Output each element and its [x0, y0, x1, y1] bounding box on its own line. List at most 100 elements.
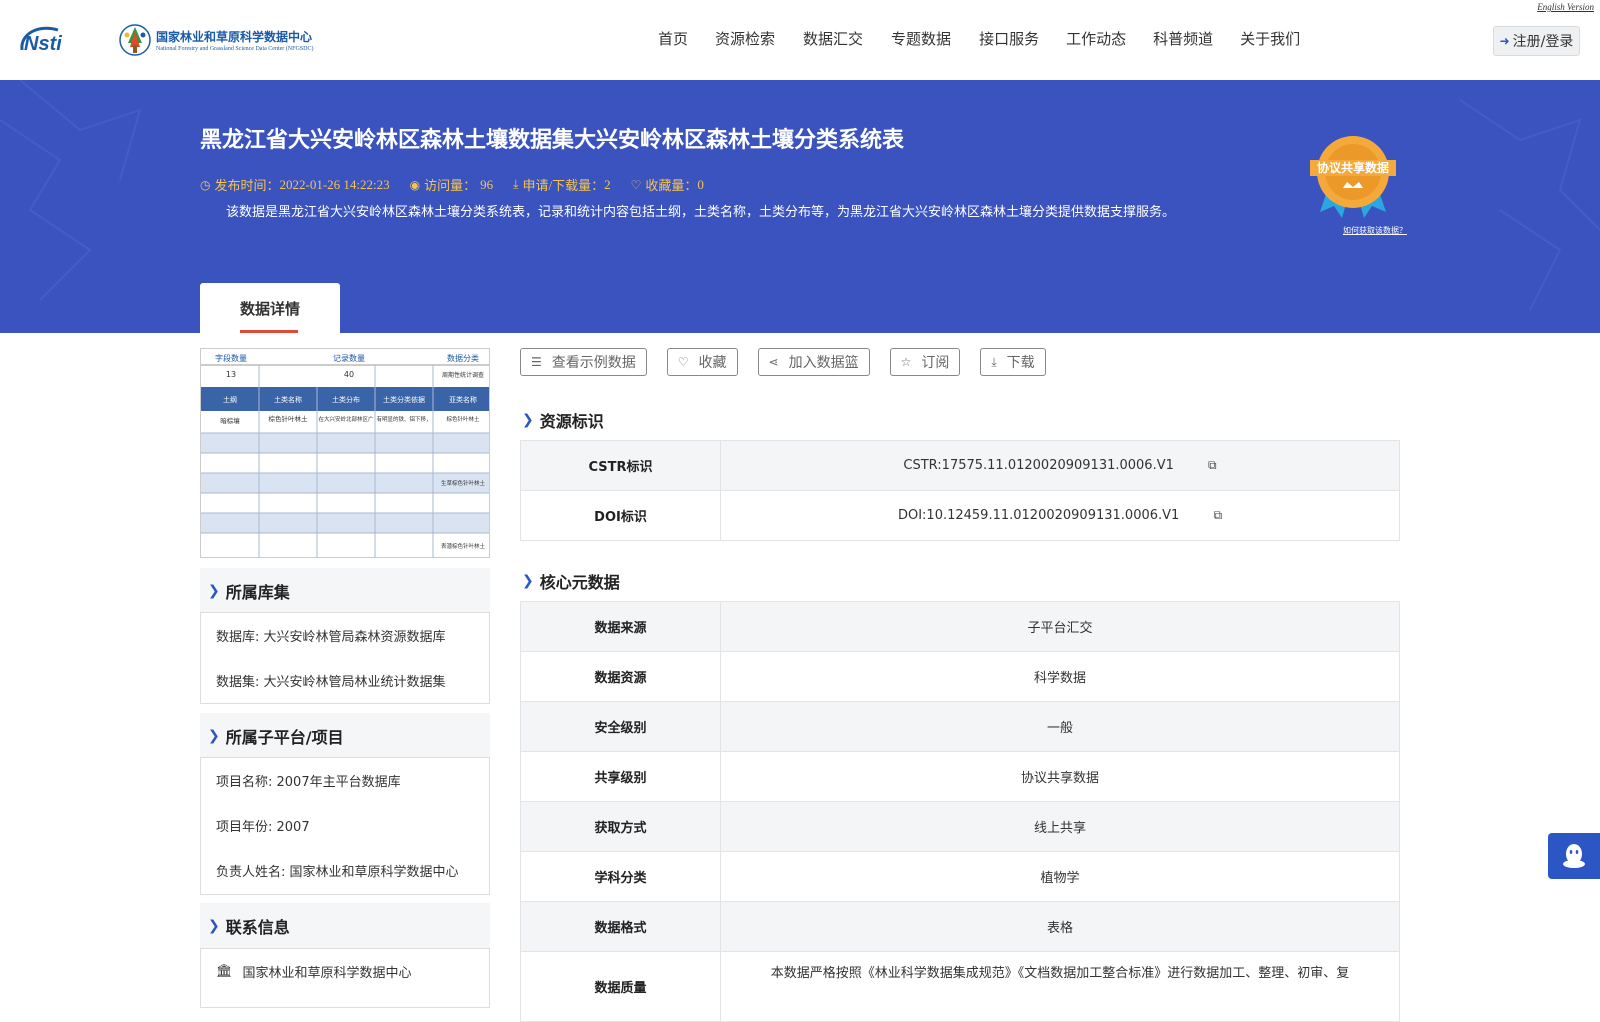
badge-text: 协议共享数据	[1317, 160, 1389, 175]
project-section-header: ❯ 所属子平台/项目	[200, 713, 490, 759]
chevron-right-icon: ❯	[208, 918, 220, 934]
sign-in-icon: ➜	[1499, 34, 1510, 48]
dataset-banner: 黑龙江省大兴安岭林区森林土壤数据集大兴安岭林区森林土壤分类系统表 ◷ 发布时间：…	[0, 80, 1600, 333]
doi-label: DOI标识	[520, 490, 721, 541]
thumb-r3c5: 表潜棕色针叶林土	[441, 542, 486, 550]
favorites-count: 0	[697, 176, 704, 192]
library-title: 所属库集	[225, 583, 290, 602]
download-button[interactable]: ⤓ 下载	[980, 348, 1046, 376]
resource-id-header: ❯ 资源标识	[522, 412, 604, 431]
thumb-r1c5: 棕色针叶林土	[446, 415, 480, 423]
thumb-col5: 亚类名称	[449, 395, 477, 404]
publish-label: 发布时间：	[214, 178, 280, 193]
table-row: CSTR标识 CSTR:17575.11.0120020909131.0006.…	[520, 440, 1400, 491]
cstr-value: CSTR:17575.11.0120020909131.0006.V1	[903, 458, 1174, 473]
chevron-right-icon: ❯	[208, 583, 220, 599]
nfgsdc-logo[interactable]: 国家林业和草原科学数据中心 National Forestry and Gras…	[118, 20, 338, 60]
views-count: 96	[480, 176, 494, 192]
clock-icon: ◷	[200, 177, 211, 192]
download-icon: ⤓	[513, 177, 519, 191]
view-sample-data-button[interactable]: ☰ 查看示例数据	[520, 348, 647, 376]
library-section-header: ❯ 所属库集	[200, 568, 490, 614]
contact-section-header: ❯ 联系信息	[200, 903, 490, 949]
login-register-button[interactable]: ➜ 注册/登录	[1493, 26, 1580, 56]
table-row: 共享级别 协议共享数据	[520, 751, 1400, 802]
how-to-get-data-link[interactable]: 如何获取该数据？	[1343, 225, 1407, 236]
add-to-basket-button[interactable]: ⋖ 加入数据篮	[757, 348, 870, 376]
doi-value-cell: DOI:10.12459.11.0120020909131.0006.V1 ⧉	[720, 490, 1400, 541]
sample-table-image: 字段数量 记录数量 数据分类 13 40 周期性统计调查 土纲 土类名称 土类分…	[201, 353, 489, 557]
main-nav: 首页 资源检索 数据汇交 专题数据 接口服务 工作动态 科普频道 关于我们	[658, 28, 1300, 49]
downloads-label: 申请/下载量：	[522, 178, 605, 193]
core-metadata-header: ❯ 核心元数据	[522, 573, 620, 592]
sample-data-thumbnail[interactable]: 字段数量 记录数量 数据分类 13 40 周期性统计调查 土纲 土类名称 土类分…	[200, 348, 490, 558]
library-database[interactable]: 数据库: 大兴安岭林管局森林资源数据库	[216, 613, 474, 658]
table-row: 学科分类 植物学	[520, 851, 1400, 902]
english-version-link[interactable]: English Version	[1537, 2, 1594, 12]
copy-icon[interactable]: ⧉	[1213, 508, 1222, 522]
table-row: DOI标识 DOI:10.12459.11.0120020909131.0006…	[520, 490, 1400, 541]
share-icon: ⋖	[768, 355, 779, 369]
favorite-button[interactable]: ♡ 收藏	[666, 348, 738, 376]
chevron-right-icon: ❯	[522, 412, 534, 428]
chevron-right-icon: ❯	[208, 728, 220, 744]
views-label: 访问量：	[424, 178, 477, 193]
table-row: 数据质量 本数据严格按照《林业科学数据集成规范》《文档数据加工整合标准》进行数据加…	[520, 951, 1400, 1022]
thumb-col3: 土类分布	[332, 395, 360, 404]
contact-title: 联系信息	[225, 918, 290, 937]
project-box: 项目名称: 2007年主平台数据库 项目年份: 2007 负责人姓名: 国家林业…	[200, 757, 490, 895]
action-toolbar: ☰ 查看示例数据 ♡ 收藏 ⋖ 加入数据篮 ☆ 订阅 ⤓ 下载	[520, 348, 1066, 376]
table-row: 数据来源 子平台汇交	[520, 601, 1400, 652]
thumb-col4: 土类分类依据	[383, 395, 425, 404]
thumb-col2: 土类名称	[274, 395, 302, 404]
nsti-logo[interactable]: Nsti	[18, 20, 98, 58]
login-label: 注册/登录	[1512, 34, 1574, 50]
project-title: 所属子平台/项目	[225, 728, 344, 747]
thumb-r1c1: 暗棕壤	[220, 416, 240, 425]
copy-icon[interactable]: ⧉	[1208, 458, 1217, 472]
contact-org: 🏛 国家林业和草原科学数据中心	[216, 964, 412, 981]
core-metadata-table: 数据来源 子平台汇交 数据资源 科学数据 安全级别 一般 共享级别 协议共享数据 获取方…	[520, 601, 1400, 1022]
doi-value: DOI:10.12459.11.0120020909131.0006.V1	[897, 508, 1180, 523]
nav-topic-data[interactable]: 专题数据	[891, 28, 951, 49]
dataset-meta: ◷ 发布时间： 2022-01-26 14:22:23 ◉ 访问量： 96 ⤓ …	[200, 175, 724, 194]
nfgsdc-emblem-icon	[119, 24, 151, 56]
publish-time: 2022-01-26 14:22:23	[279, 176, 390, 192]
heart-icon: ♡	[677, 355, 689, 369]
downloads-count: 2	[604, 176, 611, 192]
nav-data-submission[interactable]: 数据汇交	[803, 28, 863, 49]
nav-api-service[interactable]: 接口服务	[979, 28, 1039, 49]
library-box: 数据库: 大兴安岭林管局森林资源数据库 数据集: 大兴安岭林管局林业统计数据集	[200, 612, 490, 704]
table-row: 数据资源 科学数据	[520, 651, 1400, 702]
tab-data-details[interactable]: 数据详情	[200, 283, 340, 333]
qq-contact-button[interactable]	[1548, 833, 1600, 879]
table-row: 数据格式 表格	[520, 901, 1400, 952]
database-icon: ☰	[531, 355, 542, 369]
dataset-title: 黑龙江省大兴安岭林区森林土壤数据集大兴安岭林区森林土壤分类系统表	[200, 128, 905, 153]
tab-label: 数据详情	[239, 299, 300, 318]
thumb-r1c3: 在大兴安岭北部林区广	[318, 415, 374, 423]
thumb-r1c2: 棕色针叶林土	[269, 414, 309, 423]
cstr-label: CSTR标识	[520, 440, 721, 491]
dataset-description: 该数据是黑龙江省大兴安岭林区森林土壤分类系统表，记录和统计内容包括土纲，土类名称…	[226, 205, 1176, 220]
nav-about-us[interactable]: 关于我们	[1240, 28, 1300, 49]
tab-active-indicator	[240, 330, 298, 333]
penguin-icon	[1563, 844, 1585, 868]
library-dataset[interactable]: 数据集: 大兴安岭林管局林业统计数据集	[216, 658, 474, 703]
thumb-r1c4: 有明显的铁、铝下移，	[376, 415, 431, 423]
project-year: 项目年份: 2007	[216, 820, 310, 835]
cstr-value-cell: CSTR:17575.11.0120020909131.0006.V1 ⧉	[720, 440, 1400, 491]
heart-icon: ♡	[630, 177, 642, 192]
nav-resource-search[interactable]: 资源检索	[715, 28, 775, 49]
nav-science-channel[interactable]: 科普频道	[1153, 28, 1213, 49]
agreement-share-badge-icon: 协议共享数据	[1310, 136, 1396, 218]
thumb-v2: 40	[344, 370, 354, 379]
resource-id-table: CSTR标识 CSTR:17575.11.0120020909131.0006.…	[520, 440, 1400, 541]
nav-work-news[interactable]: 工作动态	[1066, 28, 1126, 49]
institution-icon: 🏛	[216, 964, 233, 979]
project-owner: 负责人姓名: 国家林业和草原科学数据中心	[216, 865, 459, 880]
top-header: English Version Nsti 国家林业和草原科学数据中心 Natio…	[0, 0, 1600, 80]
subscribe-button[interactable]: ☆ 订阅	[889, 348, 961, 376]
favorites-label: 收藏量：	[645, 178, 698, 193]
nav-home[interactable]: 首页	[658, 28, 688, 49]
